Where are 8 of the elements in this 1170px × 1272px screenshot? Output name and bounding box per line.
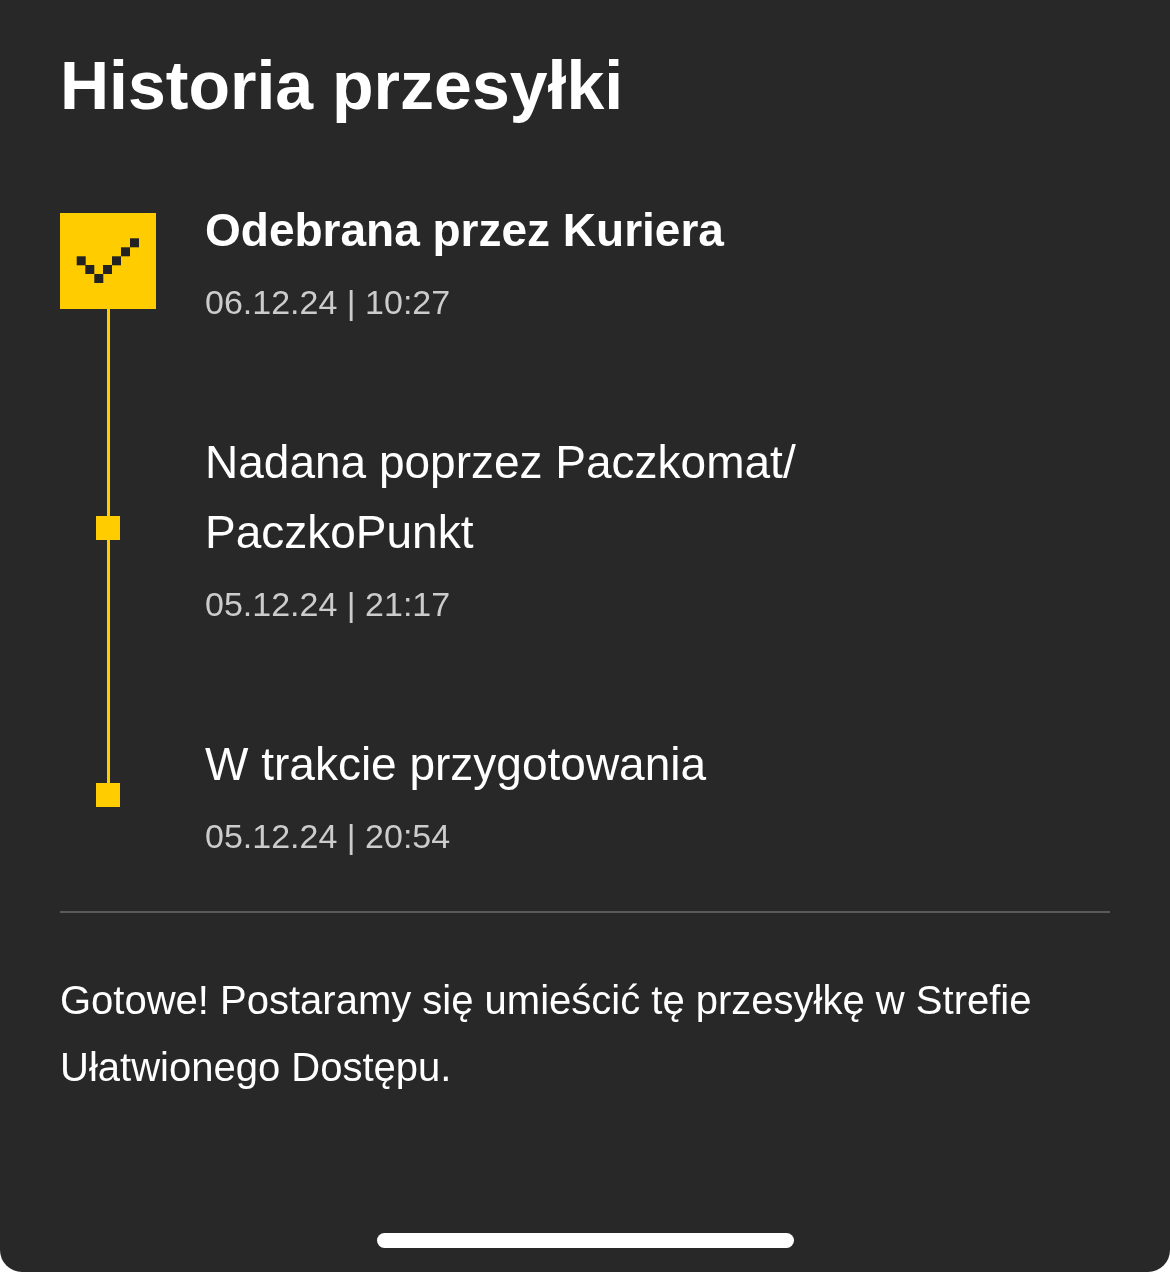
event-date: 06.12.24 | 10:27 bbox=[205, 282, 452, 323]
event-title: Odebrana przez Kuriera bbox=[205, 203, 725, 258]
event-title: W trakcie przygotowania bbox=[205, 737, 708, 792]
info-message: Gotowe! Postaramy się umieścić tę przesyłkę w Strefie Ułatwionego Dostępu. bbox=[60, 977, 1033, 1091]
event-date: 05.12.24 | 20:54 bbox=[205, 816, 452, 857]
event-title: Nadana poprzez Paczkomat/PaczkoPunkt bbox=[205, 435, 797, 560]
page-title: Historia przesyłki bbox=[60, 46, 625, 125]
event-date: 05.12.24 | 21:17 bbox=[205, 584, 452, 625]
